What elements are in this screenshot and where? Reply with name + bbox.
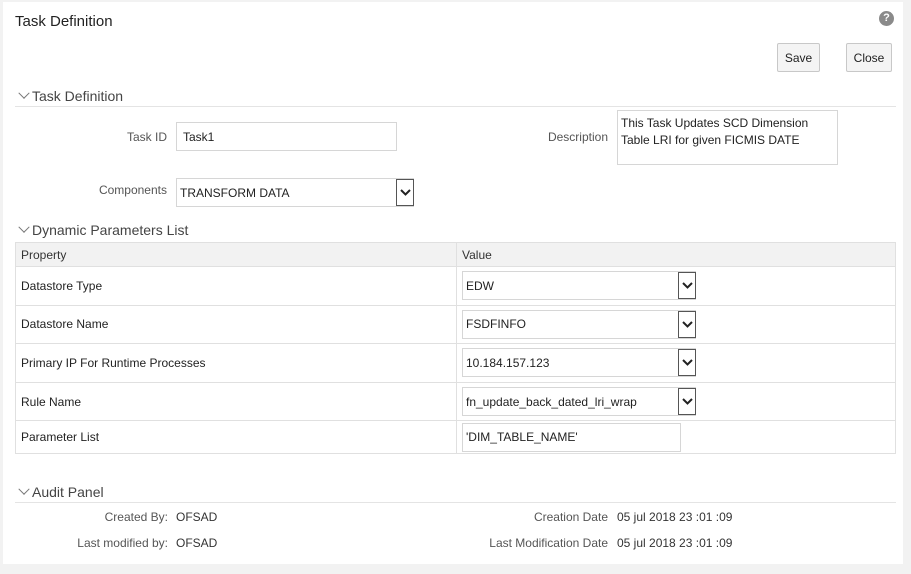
section-title: Task Definition: [32, 88, 124, 104]
components-select[interactable]: TRANSFORM DATA: [176, 178, 414, 207]
components-label: Components: [98, 183, 167, 197]
property-cell: Datastore Type: [15, 266, 457, 306]
task-id-input[interactable]: Task1: [176, 122, 397, 151]
help-icon[interactable]: ?: [879, 11, 894, 26]
property-cell: Parameter List: [15, 420, 457, 455]
select-value: EDW: [466, 278, 494, 293]
section-dynamic-parameters[interactable]: Dynamic Parameters List: [18, 221, 189, 238]
column-header-property: Property: [15, 242, 457, 267]
close-button[interactable]: Close: [846, 43, 892, 72]
section-task-definition[interactable]: Task Definition: [18, 87, 124, 104]
divider: [15, 106, 896, 107]
chevron-down-icon: [18, 221, 30, 233]
modification-date-label: Last Modification Date: [489, 536, 608, 550]
parameter-list-input[interactable]: 'DIM_TABLE_NAME': [462, 422, 681, 452]
created-by-value: OFSAD: [176, 510, 218, 524]
property-cell: Primary IP For Runtime Processes: [15, 343, 457, 383]
creation-date-label: Creation Date: [533, 510, 608, 524]
value-cell: EDW: [456, 266, 896, 306]
description-label: Description: [547, 130, 608, 144]
modified-by-value: OFSAD: [176, 536, 218, 550]
table-row: Rule Name fn_update_back_dated_lri_wrap: [15, 381, 896, 422]
description-textarea[interactable]: This Task Updates SCD Dimension Table LR…: [617, 110, 838, 165]
datastore-name-select[interactable]: FSDFINFO: [462, 309, 696, 339]
components-value: TRANSFORM DATA: [180, 185, 290, 200]
chevron-down-icon[interactable]: [678, 310, 696, 338]
column-header-value: Value: [456, 242, 896, 267]
chevron-down-icon[interactable]: [678, 272, 696, 300]
creation-date-value: 05 jul 2018 23 :01 :09: [617, 510, 733, 524]
modification-date-value: 05 jul 2018 23 :01 :09: [617, 536, 733, 550]
task-id-label: Task ID: [126, 130, 167, 144]
datastore-type-select[interactable]: EDW: [462, 271, 696, 301]
property-cell: Datastore Name: [15, 304, 457, 345]
chevron-down-icon: [18, 483, 30, 495]
chevron-down-icon[interactable]: [678, 349, 696, 377]
value-cell: 'DIM_TABLE_NAME': [456, 420, 896, 455]
page-title: Task Definition: [15, 13, 113, 30]
chevron-down-icon[interactable]: [396, 179, 414, 206]
section-title: Audit Panel: [32, 484, 104, 500]
modified-by-label: Last modified by:: [77, 536, 168, 550]
dynamic-parameters-table: Property Value Datastore Type EDW Datast…: [15, 242, 896, 455]
chevron-down-icon: [18, 87, 30, 99]
rule-name-select[interactable]: fn_update_back_dated_lri_wrap: [462, 387, 696, 417]
chevron-down-icon[interactable]: [678, 388, 696, 416]
value-cell: FSDFINFO: [456, 304, 896, 345]
value-cell: 10.184.157.123: [456, 343, 896, 383]
table-row: Parameter List 'DIM_TABLE_NAME': [15, 420, 896, 455]
select-value: fn_update_back_dated_lri_wrap: [466, 394, 637, 409]
divider: [15, 502, 896, 503]
property-cell: Rule Name: [15, 381, 457, 422]
primary-ip-select[interactable]: 10.184.157.123: [462, 348, 696, 378]
value-cell: fn_update_back_dated_lri_wrap: [456, 381, 896, 422]
select-value: FSDFINFO: [466, 317, 526, 332]
task-definition-panel: Task Definition ? Save Close Task Defini…: [3, 2, 903, 564]
table-row: Datastore Name FSDFINFO: [15, 304, 896, 345]
select-value: 10.184.157.123: [466, 355, 550, 370]
save-button[interactable]: Save: [777, 43, 820, 72]
section-audit-panel[interactable]: Audit Panel: [18, 483, 104, 500]
created-by-label: Created By:: [104, 510, 168, 524]
table-row: Primary IP For Runtime Processes 10.184.…: [15, 343, 896, 383]
table-row: Datastore Type EDW: [15, 266, 896, 306]
section-title: Dynamic Parameters List: [32, 222, 189, 238]
